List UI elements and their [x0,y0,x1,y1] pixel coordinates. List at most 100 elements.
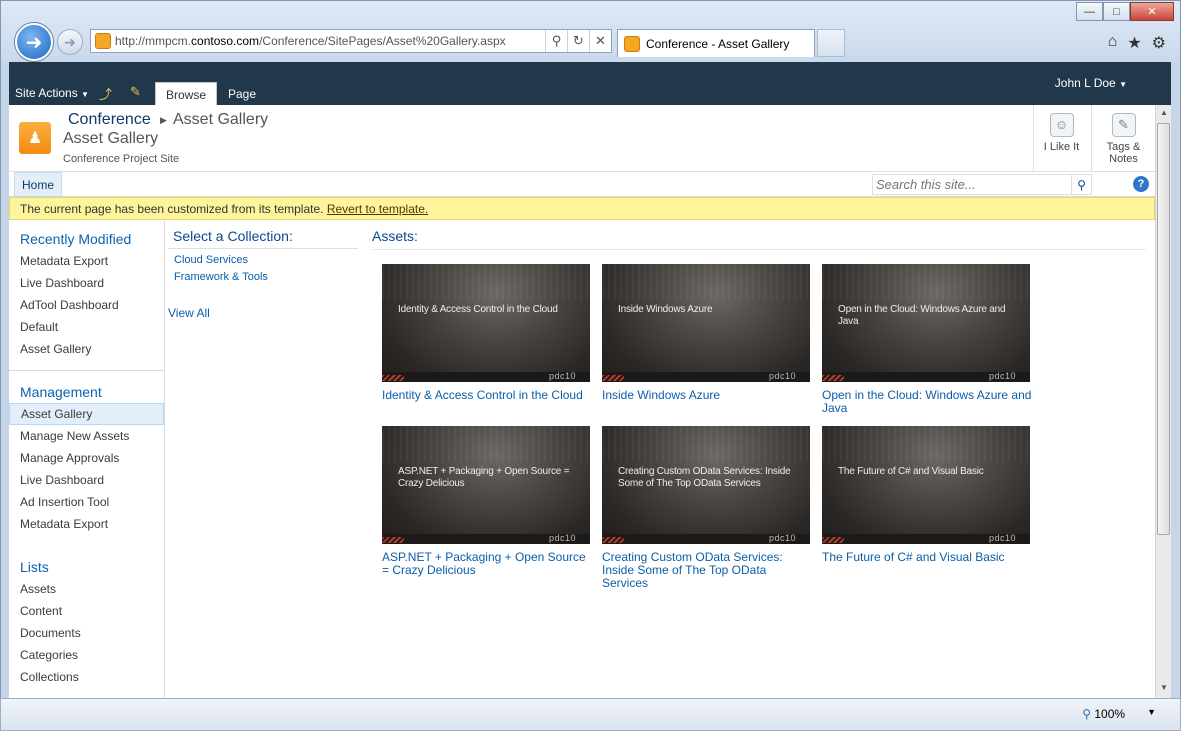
asset-card: Creating Custom OData Services: Inside S… [602,426,812,590]
nav-item-manage-approvals[interactable]: Manage Approvals [9,447,164,469]
refresh-icon[interactable]: ↻ [567,30,589,52]
search-input[interactable] [873,177,1071,192]
pdc-logo: pdc10 [768,533,796,543]
help-icon[interactable]: ? [1133,176,1149,192]
new-tab-button[interactable] [817,29,845,57]
tags-notes-button[interactable]: ✎ Tags & Notes [1091,105,1155,171]
pdc-logo: pdc10 [768,371,796,381]
asset-link[interactable]: Identity & Access Control in the Cloud [382,389,592,402]
forward-button[interactable]: ➜ [57,29,83,55]
asset-link[interactable]: Creating Custom OData Services: Inside S… [602,551,812,590]
asset-thumbnail[interactable]: Inside Windows Azure pdc10 [602,264,810,382]
site-favicon-icon [95,33,111,49]
top-navigation: Home ⚲ ? [9,171,1155,197]
search-go-icon[interactable]: ⚲ [1071,175,1091,194]
scrollbar-thumb[interactable] [1157,123,1170,535]
asset-thumbnail[interactable]: Open in the Cloud: Windows Azure and Jav… [822,264,1030,382]
back-arrow-icon: ➜ [25,31,43,54]
zoom-level: 100% [1094,707,1126,721]
address-bar[interactable]: http://mmpcm.contoso.com/Conference/Site… [90,29,612,53]
nav-item-manage-new-assets[interactable]: Manage New Assets [9,425,164,447]
asset-thumbnail[interactable]: The Future of C# and Visual Basic pdc10 [822,426,1030,544]
asset-link[interactable]: The Future of C# and Visual Basic [822,551,1032,564]
vertical-scrollbar[interactable]: ▲ ▼ [1155,105,1171,698]
nav-item-documents[interactable]: Documents [9,622,164,644]
browser-toolbar-icons: ⌂ ★ ⚙ [1108,33,1166,53]
asset-card: Identity & Access Control in the Cloud p… [382,264,592,402]
browser-status-bar: ⚲ 100% ▼ [0,698,1181,731]
home-icon[interactable]: ⌂ [1108,33,1118,53]
zoom-icon: ⚲ [1082,707,1092,721]
view-all-link[interactable]: View All [168,306,358,320]
assets-heading: Assets: [372,228,1146,250]
favorites-star-icon[interactable]: ★ [1127,33,1141,53]
browser-chrome: — □ ✕ ➜ ➜ http://mmpcm.contoso.com/Confe… [0,0,1181,62]
stop-icon[interactable]: ✕ [589,30,611,52]
user-menu[interactable]: John L Doe ▼ [1055,76,1127,90]
asset-link[interactable]: Open in the Cloud: Windows Azure and Jav… [822,389,1032,415]
user-name: John L Doe [1054,76,1116,90]
scroll-up-icon[interactable]: ▲ [1158,108,1170,120]
tags-label: Tags & [1106,141,1141,153]
forward-arrow-icon: ➜ [64,33,76,50]
nav-heading-management[interactable]: Management [9,381,164,403]
zoom-control[interactable]: ⚲ 100% ▼ [1082,707,1156,721]
thumbnail-title: The Future of C# and Visual Basic [838,466,984,477]
zoom-dropdown-icon[interactable]: ▼ [1147,707,1156,721]
asset-thumbnail[interactable]: Identity & Access Control in the Cloud p… [382,264,590,382]
navigate-up-icon[interactable]: ⤴ [99,84,115,102]
nav-item-ad-insertion-tool[interactable]: Ad Insertion Tool [9,491,164,513]
nav-item-content[interactable]: Content [9,600,164,622]
back-button[interactable]: ➜ [15,23,53,61]
status-message: The current page has been customized fro… [20,202,324,216]
tab-title: Conference - Asset Gallery [646,36,790,51]
collection-cloud-services[interactable]: Cloud Services [168,252,358,269]
breadcrumb-page: Asset Gallery [173,111,269,128]
site-logo-icon[interactable]: ♟ [19,122,51,154]
asset-link[interactable]: Inside Windows Azure [602,389,812,402]
address-url[interactable]: http://mmpcm.contoso.com/Conference/Site… [115,34,545,48]
nav-item-live-dashboard[interactable]: Live Dashboard [9,272,164,294]
minimize-button[interactable]: — [1076,2,1103,21]
tab-browse[interactable]: Browse [155,82,218,105]
nav-item-default[interactable]: Default [9,316,164,338]
breadcrumb-site[interactable]: Conference [68,111,151,129]
nav-item-metadata-export[interactable]: Metadata Export [9,250,164,272]
asset-thumbnail[interactable]: ASP.NET + Packaging + Open Source = Craz… [382,426,590,544]
close-window-button[interactable]: ✕ [1130,2,1174,21]
search-icon[interactable]: ⚲ [545,30,567,52]
status-bar: The current page has been customized fro… [9,197,1155,220]
asset-thumbnail[interactable]: Creating Custom OData Services: Inside S… [602,426,810,544]
edit-page-icon[interactable]: ✎ [130,84,146,100]
scroll-down-icon[interactable]: ▼ [1158,683,1170,695]
nav-item-asset-gallery[interactable]: Asset Gallery [9,338,164,360]
dropdown-arrow-icon: ▼ [1119,80,1127,89]
thumbs-up-tag-icon: ☺ [1049,113,1074,137]
nav-item-assets[interactable]: Assets [9,578,164,600]
gear-icon[interactable]: ⚙ [1152,33,1166,53]
thumbnail-title: ASP.NET + Packaging + Open Source = Craz… [398,466,570,489]
tab-favicon-icon [624,35,640,52]
collection-title: Select a Collection: [168,228,358,249]
browser-tab[interactable]: Conference - Asset Gallery [617,29,815,57]
nav-item-asset-gallery-selected[interactable]: Asset Gallery [9,403,164,425]
asset-link[interactable]: ASP.NET + Packaging + Open Source = Craz… [382,551,592,577]
nav-heading-lists[interactable]: Lists [9,556,164,578]
nav-heading-recently-modified[interactable]: Recently Modified [9,228,164,250]
collection-framework-tools[interactable]: Framework & Tools [168,269,358,286]
nav-item-categories[interactable]: Categories [9,644,164,666]
breadcrumb-separator-icon: ▶ [160,115,167,125]
site-actions-menu[interactable]: Site Actions ▼ [15,86,89,100]
tab-page[interactable]: Page [218,82,266,105]
nav-item-metadata-export-2[interactable]: Metadata Export [9,513,164,535]
i-like-it-button[interactable]: ☺ I Like It [1033,105,1089,171]
nav-item-live-dashboard-2[interactable]: Live Dashboard [9,469,164,491]
title-area: ♟ Conference ▶ Asset Gallery Asset Galle… [9,105,1155,171]
maximize-button[interactable]: □ [1103,2,1130,21]
revert-to-template-link[interactable]: Revert to template. [327,202,428,216]
site-description: Conference Project Site [63,153,180,165]
nav-item-collections[interactable]: Collections [9,666,164,688]
nav-item-adtool-dashboard[interactable]: AdTool Dashboard [9,294,164,316]
window-controls: — □ ✕ [1076,2,1174,21]
nav-home[interactable]: Home [14,172,63,197]
